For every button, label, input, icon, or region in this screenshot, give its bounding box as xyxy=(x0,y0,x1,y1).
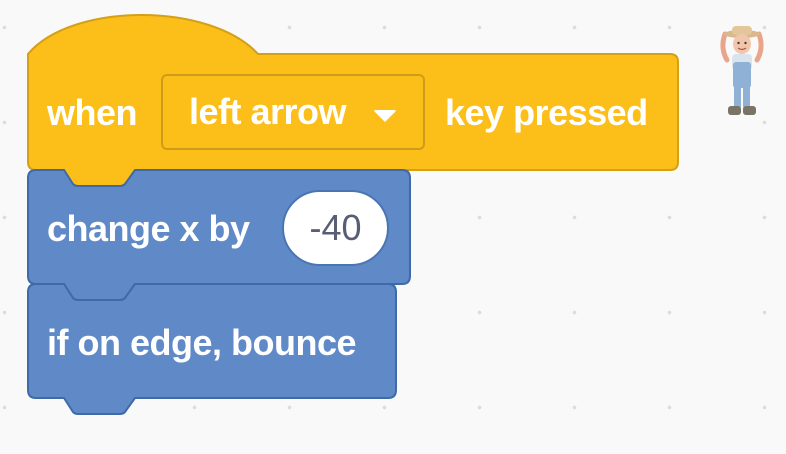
dropdown-arrow-icon xyxy=(373,110,397,122)
change-x-value-input[interactable]: -40 xyxy=(282,190,389,266)
key-select-value: left arrow xyxy=(189,91,347,132)
bounce-label: if on edge, bounce xyxy=(47,322,357,363)
key-select-dropdown[interactable]: left arrow xyxy=(161,74,425,150)
hat-block-key-pressed-label: key pressed xyxy=(445,92,648,133)
hat-block-when-label: when xyxy=(47,92,138,133)
farmer-sprite-icon xyxy=(720,26,764,115)
change-x-label: change x by xyxy=(47,208,250,249)
